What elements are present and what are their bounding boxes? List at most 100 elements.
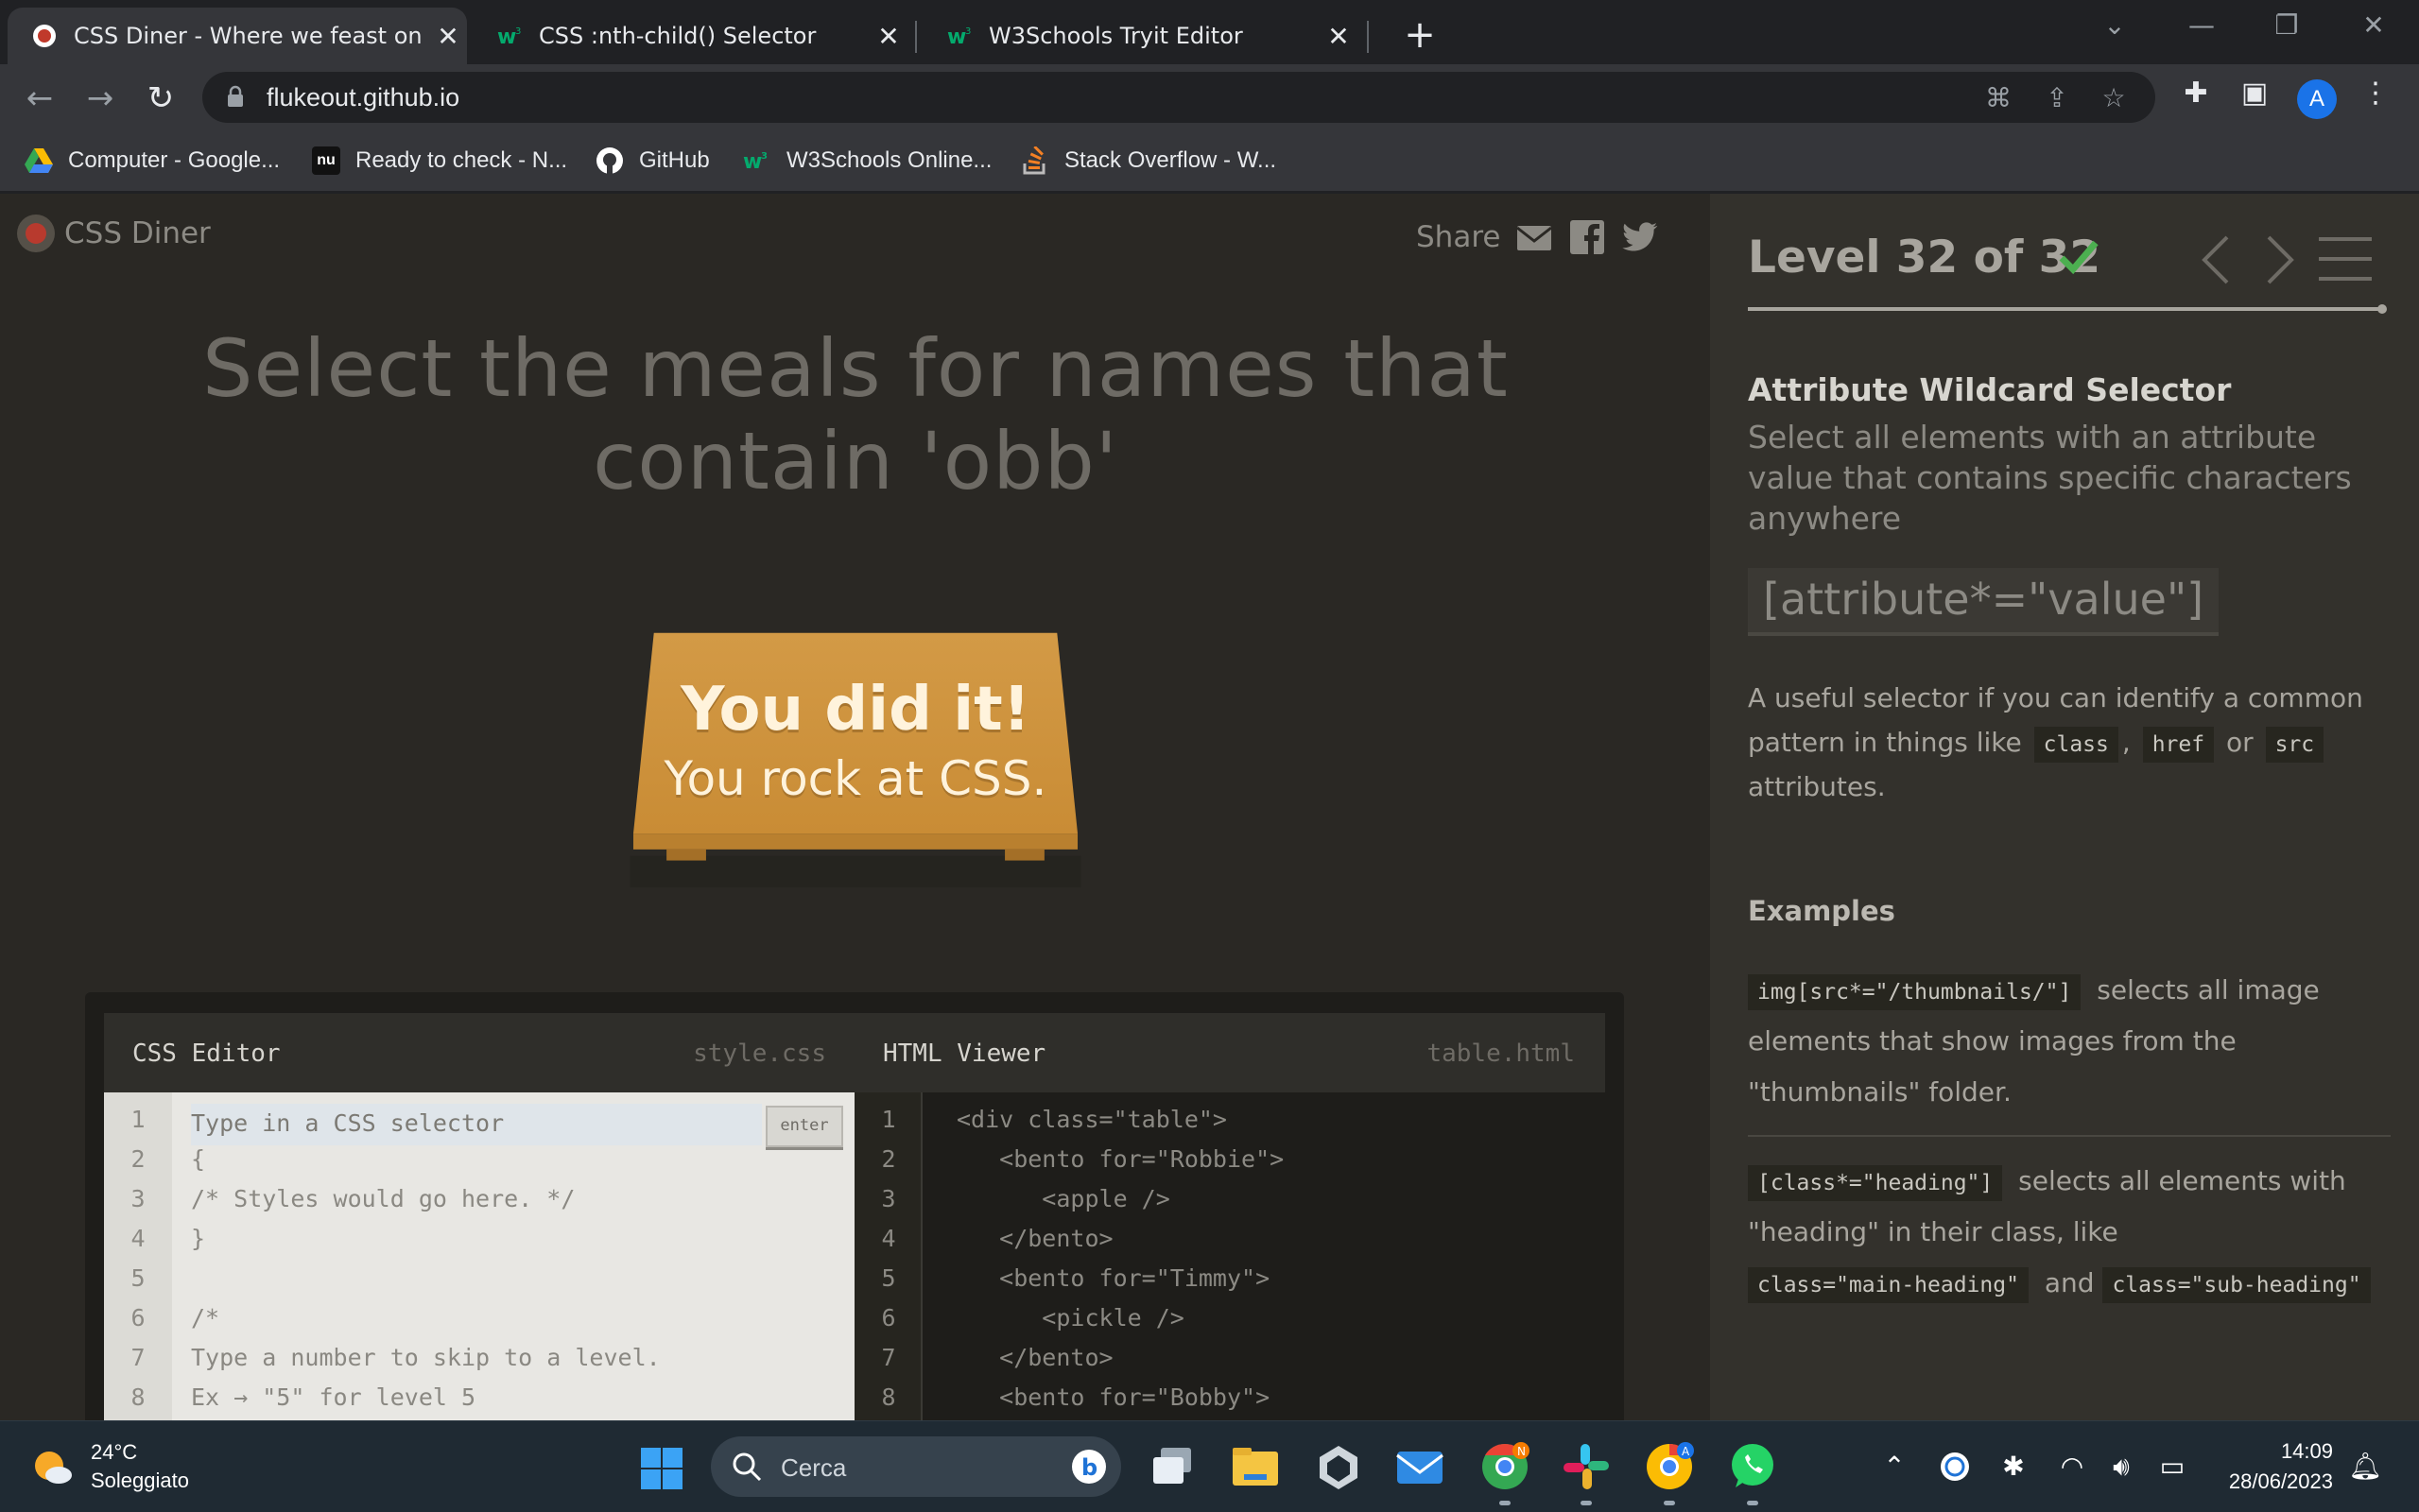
battery-icon[interactable]: ▭ [2155,1450,2189,1484]
bookmark-github[interactable]: GitHub [596,144,710,178]
wifi-icon[interactable]: ◠ [2055,1450,2089,1484]
extensions-icon[interactable]: ✚ [2180,77,2212,110]
html-line[interactable]: <bento for="Bobby"> [957,1383,1270,1411]
restore-button[interactable]: ❐ [2263,9,2310,41]
tab-css-diner[interactable]: CSS Diner - Where we feast on C ✕ [8,8,467,64]
profile-avatar[interactable]: A [2297,79,2337,119]
example-divider [1748,1135,2391,1137]
level-menu-icon[interactable] [2319,235,2372,283]
windows-start-icon[interactable] [639,1446,684,1491]
tab-tryit-editor[interactable]: w3 W3Schools Tryit Editor ✕ [923,8,1357,64]
success-message: You did it! You rock at CSS. [586,672,1125,810]
close-tab-icon[interactable]: ✕ [429,21,467,52]
reload-button[interactable]: ↻ [140,77,181,119]
side-panel-icon[interactable]: ▣ [2238,77,2271,110]
weather-widget[interactable]: 24°C Soleggiato [30,1438,189,1495]
line-number: 8 [130,1383,146,1411]
notifications-icon[interactable]: 🔔︎ [2348,1450,2382,1484]
line-number: 4 [130,1225,146,1252]
bookmarks-bar: Computer - Google... nu Ready to check -… [0,130,2419,193]
example-item: [class*="heading"] selects all elements … [1748,1156,2400,1309]
minimize-button[interactable]: — [2178,9,2225,41]
grammarly-icon[interactable] [1938,1450,1972,1484]
previous-level-arrow-icon[interactable] [2197,233,2235,286]
running-indicator [1664,1501,1675,1505]
browser-toolbar: ← → ↻ flukeout.github.io ⌘ ⇪ ☆ ✚ ▣ A ⋮ [0,64,2419,130]
task-view-icon[interactable] [1148,1442,1197,1491]
chrome-menu-icon[interactable]: ⋮ [2359,77,2392,110]
address-bar[interactable]: flukeout.github.io ⌘ ⇪ ☆ [202,72,2155,123]
slack-icon[interactable] [1562,1442,1611,1491]
line-number: 1 [130,1106,146,1133]
translate-icon[interactable]: ⌘ [1983,83,2013,113]
enter-button[interactable]: enter [766,1106,843,1147]
temperature-text: 24°C [91,1440,138,1464]
new-tab-button[interactable]: + [1397,13,1443,57]
level-complete-check-icon [2059,240,2099,275]
file-explorer-icon[interactable] [1231,1442,1280,1491]
css-editor: CSS Editor style.css 1 2 3 4 5 6 7 8 Typ… [104,1013,855,1427]
level-instruction: Select the meals for names that contain … [202,322,1509,507]
level-progress-bar [1748,307,2381,311]
bookmark-ready-to-check[interactable]: nu Ready to check - N... [312,144,567,178]
css-diner-logo[interactable]: CSS Diner [17,215,211,252]
back-button[interactable]: ← [19,77,60,119]
html-line[interactable]: </bento> [957,1344,1113,1371]
code-chip: src [2265,727,2324,763]
bookmark-google-drive[interactable]: Computer - Google... [25,144,280,178]
code-chip: img[src*="/thumbnails/"] [1748,974,2082,1010]
line-number: 8 [881,1383,896,1411]
mail-icon[interactable] [1395,1442,1444,1491]
system-clock[interactable]: 14:09 28/06/2023 [2206,1436,2333,1497]
next-level-arrow-icon[interactable] [2261,233,2299,286]
forward-button[interactable]: → [79,77,121,119]
help-text: attributes. [1748,771,1886,802]
show-hidden-icons-chevron-icon[interactable]: ⌃ [1877,1450,1911,1484]
close-tab-icon[interactable]: ✕ [870,21,907,52]
code-chip: [class*="heading"] [1748,1165,2003,1201]
css-editor-title: CSS Editor [132,1040,281,1068]
svg-text:w: w [497,26,516,47]
twitter-icon[interactable] [1621,218,1659,256]
tab-nth-child[interactable]: w3 CSS :nth-child() Selector ✕ [473,8,907,64]
taskbar-search[interactable]: Cerca b [711,1436,1121,1497]
close-window-button[interactable]: ✕ [2350,9,2397,41]
volume-icon[interactable]: 🔊︎ [2104,1450,2138,1484]
chrome-icon[interactable]: N [1480,1442,1529,1491]
html-line[interactable]: <bento for="Timmy"> [957,1264,1270,1292]
css-selector-placeholder: Type in a CSS selector [191,1109,505,1137]
css-selector-input[interactable]: Type in a CSS selector [191,1104,762,1145]
slack-tray-icon[interactable]: ✱ [1996,1450,2030,1484]
unity-hub-icon[interactable] [1314,1442,1363,1491]
chrome-profile-icon[interactable]: A [1645,1442,1694,1491]
whatsapp-icon[interactable] [1728,1442,1777,1491]
tab-search-chevron-icon[interactable]: ⌄ [2091,9,2138,41]
close-tab-icon[interactable]: ✕ [1320,21,1357,52]
running-indicator [1581,1501,1592,1505]
email-icon[interactable] [1515,218,1553,256]
success-subtitle: You rock at CSS. [664,751,1047,806]
svg-text:w: w [743,150,762,172]
w3schools-icon: w3 [743,146,771,175]
help-text: , [2121,727,2131,758]
weather-text: Soleggiato [91,1469,189,1492]
share-bar: Share [1416,218,1659,256]
code-line: /* [191,1304,220,1332]
bookmark-star-icon[interactable]: ☆ [2099,83,2129,113]
facebook-icon[interactable] [1568,218,1606,256]
bookmark-stack-overflow[interactable]: Stack Overflow - W... [1021,144,1276,178]
share-page-icon[interactable]: ⇪ [2042,83,2072,113]
css-editor-filename: style.css [693,1040,826,1068]
bookmark-w3schools[interactable]: w3 W3Schools Online... [743,144,992,178]
logo-text: CSS Diner [64,216,211,250]
bing-icon[interactable]: b [1070,1448,1108,1486]
html-line[interactable]: <apple /> [957,1185,1169,1212]
html-line[interactable]: <bento for="Robbie"> [957,1145,1284,1173]
code-chip: class="sub-heading" [2102,1267,2371,1303]
line-number: 6 [881,1304,896,1332]
html-line[interactable]: <pickle /> [957,1304,1184,1332]
html-line[interactable]: <div class="table"> [957,1106,1227,1133]
svg-text:b: b [1081,1454,1097,1481]
github-icon [596,146,624,175]
html-line[interactable]: </bento> [957,1225,1113,1252]
